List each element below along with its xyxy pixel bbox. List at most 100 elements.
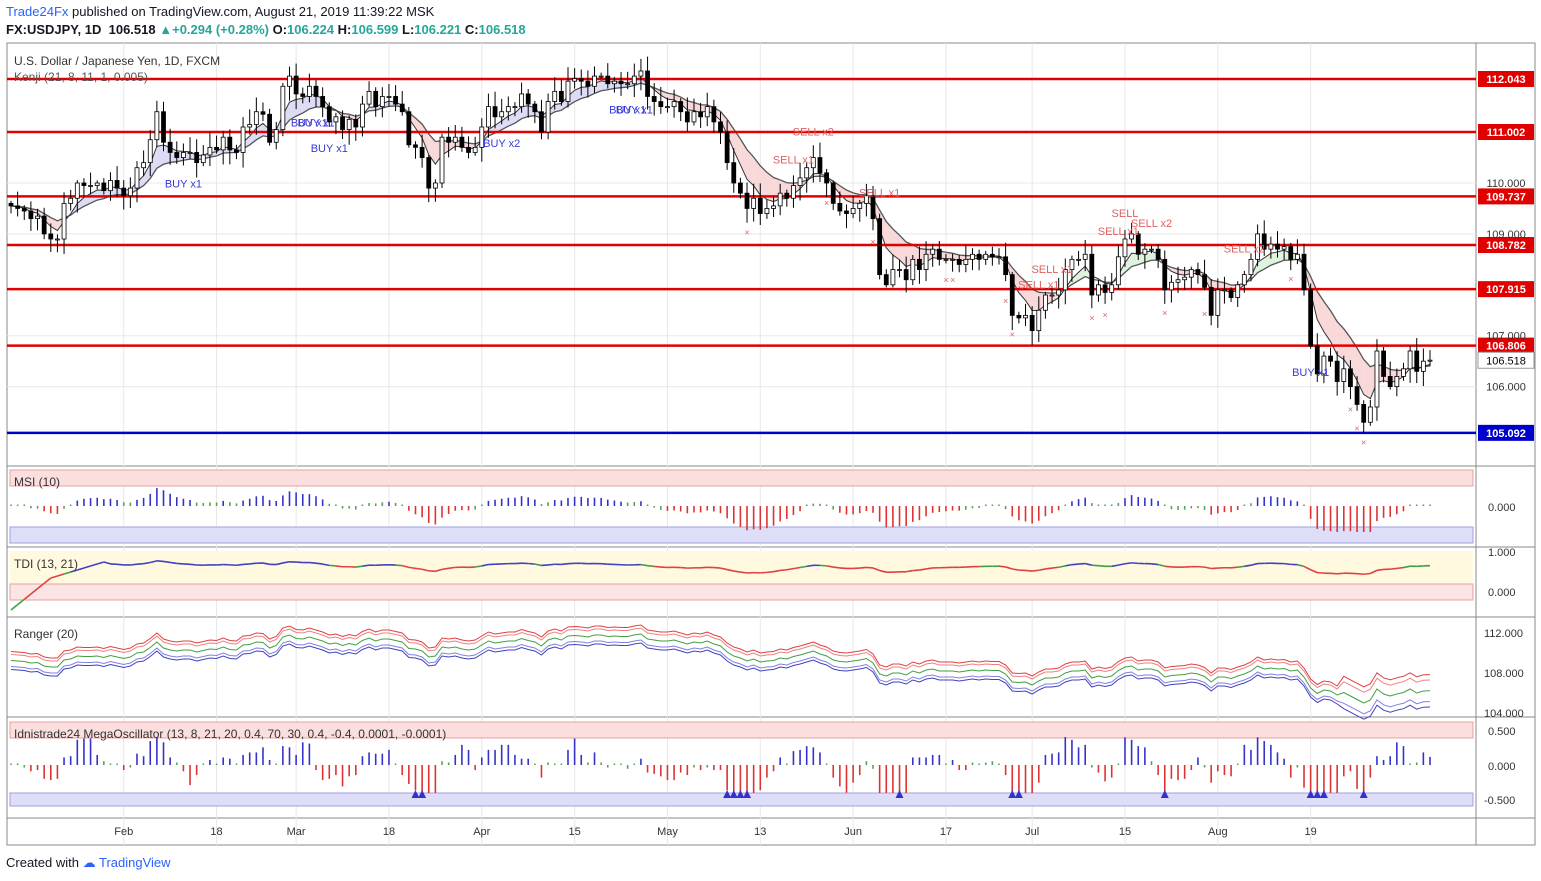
candle-body <box>1102 284 1108 293</box>
candle-body <box>194 152 200 164</box>
candle-body <box>48 233 54 240</box>
tdi-low-band <box>9 583 1474 601</box>
ranger-tick-104: 104.000 <box>1484 708 1524 720</box>
tdi-line-segment <box>700 566 708 569</box>
sell-signal-label: SELL x2 <box>793 127 834 139</box>
candle-body <box>1208 286 1214 316</box>
tdi-line-segment <box>1071 563 1079 566</box>
candle-body <box>406 111 412 146</box>
candle-body <box>744 192 750 209</box>
cross-marker: × <box>1354 423 1359 433</box>
candle-body <box>466 146 471 153</box>
candle-body <box>15 205 21 209</box>
candle-body <box>101 182 107 192</box>
tradingview-logo-icon[interactable]: ☁ <box>83 855 96 870</box>
tdi-line-segment <box>117 563 124 566</box>
buy-signal-label: BUY x2 <box>483 138 520 150</box>
chart-title: U.S. Dollar / Japanese Yen, 1D, FXCM <box>14 54 220 68</box>
candle-body <box>671 101 677 108</box>
ranger-tick-108: 108.000 <box>1484 668 1524 680</box>
tradingview-brand[interactable]: TradingView <box>99 855 171 870</box>
candle-body <box>552 90 558 102</box>
candle-body <box>68 197 74 204</box>
buy-signal-label: BUY x1 <box>1292 367 1329 379</box>
candle-body <box>651 96 657 102</box>
candle-body <box>830 182 836 204</box>
mega-tick-p05: 0.500 <box>1488 726 1516 738</box>
ribbon-segment <box>753 157 761 195</box>
candle-body <box>963 258 969 265</box>
tdi-line-segment <box>786 567 794 571</box>
candle-body <box>346 118 352 130</box>
candle-body <box>956 258 962 265</box>
tdi-line-segment <box>1244 564 1252 568</box>
candle-body <box>1115 256 1121 286</box>
candle-body <box>791 185 796 199</box>
ranger-tick-112: 112.000 <box>1484 628 1523 640</box>
candle-body <box>200 154 206 164</box>
candle-body <box>1394 376 1400 388</box>
candle-body <box>287 75 292 87</box>
candle-body <box>499 111 505 118</box>
candle-body <box>890 269 896 286</box>
tdi-line-segment <box>713 566 721 569</box>
chart-canvas[interactable]: 112.043111.002109.737108.782107.915106.8… <box>0 0 1541 881</box>
candle-body <box>127 187 133 197</box>
cross-marker: × <box>1361 437 1366 447</box>
tdi-line-segment <box>189 563 197 566</box>
tdi-line-segment <box>799 565 807 569</box>
candle-body <box>1248 258 1254 276</box>
tdi-line-segment <box>541 564 549 567</box>
y-tick-label: 110.000 <box>1487 178 1526 190</box>
cross-marker: × <box>943 275 948 285</box>
panel-label-mega: Idnistrade24 MegaOscillator (13, 8, 21, … <box>14 727 446 741</box>
tdi-line-segment <box>740 571 748 574</box>
candle-body <box>1202 274 1207 288</box>
candle-body <box>983 253 989 260</box>
candle-body <box>625 83 631 86</box>
tdi-line-segment <box>170 561 177 565</box>
candle-body <box>784 192 790 199</box>
cross-marker: × <box>1348 404 1353 414</box>
candle-body <box>161 111 166 143</box>
tdi-line-segment <box>309 561 317 564</box>
candle-body <box>1401 368 1406 377</box>
candle-body <box>393 96 398 105</box>
mega-tick-n05: -0.500 <box>1484 795 1515 807</box>
buy-signal-label: BUY x1 <box>311 143 348 155</box>
candle-body <box>777 192 783 207</box>
tdi-line-segment <box>640 563 648 567</box>
candle-body <box>227 136 233 151</box>
tdi-line-segment <box>1124 562 1132 565</box>
sell-signal-label: SELL x1 <box>1456 0 1497 3</box>
y-tick-label: 106.000 <box>1486 382 1526 394</box>
tdi-line-segment <box>1337 572 1344 575</box>
candle-body <box>1162 258 1168 291</box>
candle-body <box>684 111 690 123</box>
candle-body <box>81 182 87 186</box>
tdi-line-segment <box>1330 572 1338 575</box>
candle-body <box>214 146 219 151</box>
cross-marker: × <box>824 198 829 208</box>
candle-body <box>857 202 863 209</box>
sell-signal-label: SELL x1 <box>1416 0 1457 3</box>
candle-body <box>167 141 173 153</box>
candle-body <box>267 113 272 143</box>
candle-body <box>824 172 829 184</box>
tdi-line-segment <box>793 566 801 570</box>
candle-body <box>419 146 425 158</box>
tdi-line-segment <box>249 562 257 565</box>
candle-body <box>340 116 345 130</box>
candle-body <box>751 197 757 209</box>
candle-body <box>61 202 67 240</box>
candle-body <box>452 136 458 143</box>
candle-body <box>1036 309 1042 332</box>
tdi-line-segment <box>136 562 144 566</box>
candle-body <box>1169 281 1174 291</box>
candle-body <box>300 93 306 97</box>
candle-body <box>764 208 770 214</box>
candle-body <box>35 215 40 220</box>
tdi-line-segment <box>1356 572 1364 576</box>
candle-body <box>558 90 564 102</box>
msi-tick: 0.000 <box>1488 502 1516 514</box>
